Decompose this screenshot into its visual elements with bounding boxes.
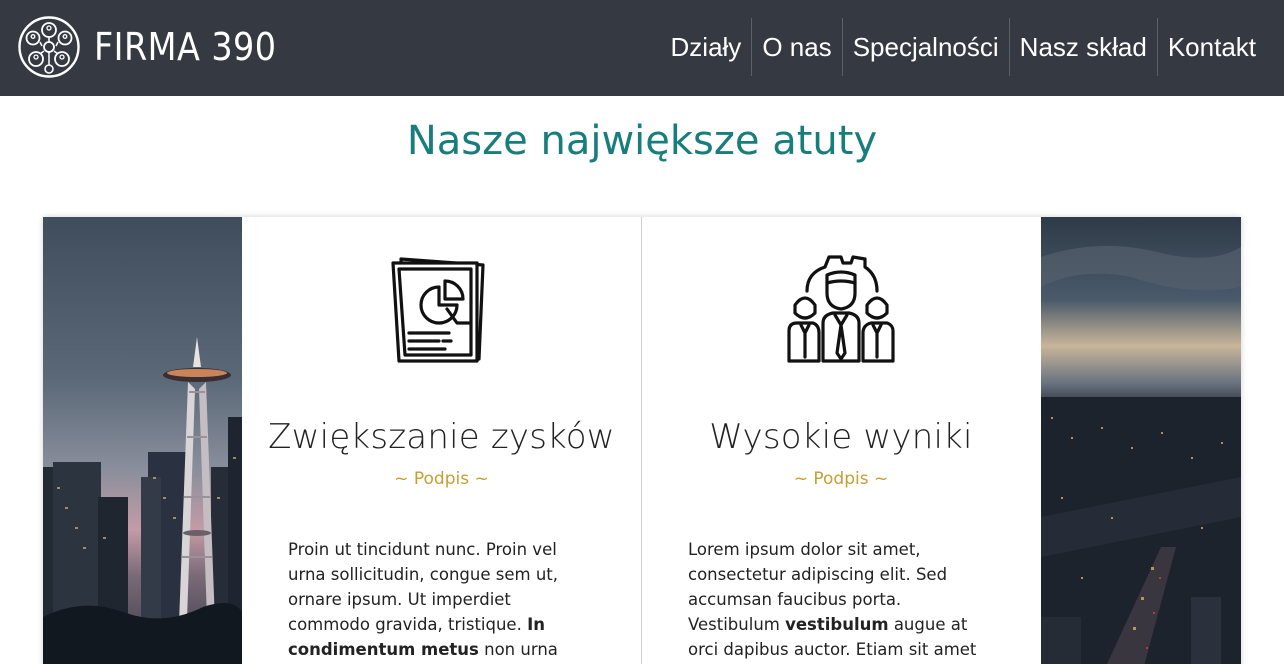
card-title: Wysokie wyniki	[709, 417, 973, 457]
card-title: Zwiększanie zysków	[268, 417, 615, 457]
documents-chart-icon	[390, 257, 485, 363]
section-title: Nasze największe atuty	[406, 118, 878, 164]
card-text: Lorem ipsum dolor sit amet, consectetur …	[688, 540, 977, 659]
top-navbar: FIRMA 390 Działy O nas Specjalności Nasz…	[0, 0, 1284, 96]
company-logo-icon	[18, 16, 80, 78]
brand-name: FIRMA 390	[94, 25, 277, 69]
city-photo-left	[43, 217, 242, 664]
card-subtitle: ~ Podpis ~	[793, 469, 889, 489]
card-subtitle: ~ Podpis ~	[394, 469, 489, 489]
card-text: Proin ut tincidunt nunc. Proin vel urna …	[288, 540, 558, 659]
nav-item-specjalnosci[interactable]: Specjalności	[841, 18, 1009, 76]
main-nav: Działy O nas Specjalności Nasz skład Kon…	[661, 18, 1266, 76]
features-panel: Zwiększanie zysków ~ Podpis ~ Proin ut t…	[43, 217, 1241, 664]
team-gear-icon	[787, 255, 895, 363]
feature-card-results: Wysokie wyniki ~ Podpis ~ Lorem ipsum do…	[641, 217, 1040, 664]
nav-item-dzialy[interactable]: Działy	[661, 18, 752, 76]
city-photo-right	[1041, 217, 1241, 664]
feature-card-profits: Zwiększanie zysków ~ Podpis ~ Proin ut t…	[242, 217, 641, 664]
nav-item-kontakt[interactable]: Kontakt	[1156, 18, 1266, 76]
brand[interactable]: FIRMA 390	[18, 16, 301, 78]
nav-item-nasz-sklad[interactable]: Nasz skład	[1008, 18, 1157, 76]
nav-item-o-nas[interactable]: O nas	[751, 18, 841, 76]
